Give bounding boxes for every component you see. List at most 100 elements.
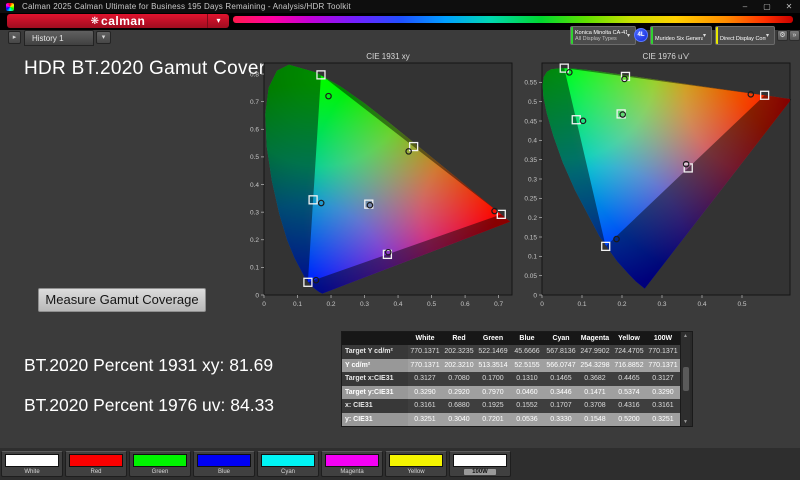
color-swatch xyxy=(389,454,443,467)
column-header-100w: 100W xyxy=(646,332,680,345)
pattern-label: Red xyxy=(66,469,126,475)
column-header-blue: Blue xyxy=(510,332,544,345)
table-row: x: CIE310.31610.68800.19250.15520.17070.… xyxy=(342,399,680,413)
table-cell: 0.3161 xyxy=(646,399,680,413)
column-header-white: White xyxy=(408,332,442,345)
svg-text:0: 0 xyxy=(540,301,544,308)
table-cell: 0.3290 xyxy=(408,386,442,400)
svg-text:0.35: 0.35 xyxy=(524,157,537,164)
minimize-button[interactable]: – xyxy=(734,0,756,13)
svg-text:0.3: 0.3 xyxy=(360,301,369,308)
svg-text:0.1: 0.1 xyxy=(250,265,259,272)
session-play-button[interactable]: ▸ xyxy=(8,31,21,44)
svg-text:0.4: 0.4 xyxy=(697,301,706,308)
pattern-button-yellow[interactable]: Yellow xyxy=(385,451,447,477)
table-cell: 0.1465 xyxy=(544,372,578,386)
table-cell: 0.3127 xyxy=(408,372,442,386)
scrollbar-thumb[interactable] xyxy=(683,367,689,391)
row-label: y: CIE31 xyxy=(342,413,408,427)
svg-text:0.1: 0.1 xyxy=(293,301,302,308)
svg-text:0.15: 0.15 xyxy=(524,234,537,241)
svg-text:0.2: 0.2 xyxy=(250,237,259,244)
svg-text:0.5: 0.5 xyxy=(528,99,537,106)
generator-dropdown[interactable]: Murideo Six Generator ▾ xyxy=(650,26,712,45)
tab-history-1[interactable]: History 1 xyxy=(24,30,94,46)
table-cell: 566.0747 xyxy=(544,359,578,373)
row-label: Target x:CIE31 xyxy=(342,372,408,386)
app-icon xyxy=(6,3,14,11)
table-cell: 0.3446 xyxy=(544,386,578,400)
scroll-down-icon[interactable]: ▼ xyxy=(683,418,688,426)
column-header-green: Green xyxy=(476,332,510,345)
table-cell: 0.4316 xyxy=(612,399,646,413)
calman-logo-button[interactable]: ❋ calman ▾ xyxy=(7,14,229,28)
table-cell: 202.3235 xyxy=(442,345,476,359)
table-cell: 0.1548 xyxy=(578,413,612,427)
pattern-label: Green xyxy=(130,469,190,475)
measurement-table: WhiteRedGreenBlueCyanMagentaYellow100WTa… xyxy=(341,331,693,427)
display-control-dropdown[interactable]: Direct Display Control ▾ xyxy=(715,26,775,45)
pattern-label: Blue xyxy=(194,469,254,475)
pattern-button-cyan[interactable]: Cyan xyxy=(257,451,319,477)
meter-badge[interactable]: 4L xyxy=(634,28,648,42)
pattern-button-magenta[interactable]: Magenta xyxy=(321,451,383,477)
table-row: Target y:CIE310.32900.29200.79700.04600.… xyxy=(342,386,680,400)
svg-text:0.5: 0.5 xyxy=(250,154,259,161)
svg-text:0.4: 0.4 xyxy=(250,182,259,189)
svg-text:0.55: 0.55 xyxy=(524,80,537,87)
svg-text:0: 0 xyxy=(533,292,537,299)
svg-text:0.25: 0.25 xyxy=(524,196,537,203)
window-title: Calman 2025 Calman Ultimate for Business… xyxy=(22,2,351,11)
svg-text:0.1: 0.1 xyxy=(528,254,537,261)
table-cell: 202.3210 xyxy=(442,359,476,373)
table-cell: 724.4705 xyxy=(612,345,646,359)
color-swatch xyxy=(5,454,59,467)
svg-text:0.8: 0.8 xyxy=(250,71,259,78)
meter-mode: All Display Types xyxy=(575,36,625,42)
scroll-up-icon[interactable]: ▲ xyxy=(683,332,688,340)
logo-menu-caret-icon[interactable]: ▾ xyxy=(207,14,229,28)
pattern-button-blue[interactable]: Blue xyxy=(193,451,255,477)
title-bar: Calman 2025 Calman Ultimate for Business… xyxy=(0,0,800,13)
table-row: Target Y cd/m²770.1371202.3235522.146945… xyxy=(342,345,680,359)
table-cell: 0.0460 xyxy=(510,386,544,400)
footer-bar: WhiteRedGreenBlueCyanMagentaYellow100W ◉… xyxy=(0,448,800,480)
more-options-icon[interactable]: » xyxy=(789,30,800,41)
column-header-red: Red xyxy=(442,332,476,345)
table-cell: 567.8136 xyxy=(544,345,578,359)
meter-dropdown[interactable]: Konica Minolta CA-410 All Display Types … xyxy=(570,26,636,45)
svg-text:0: 0 xyxy=(262,301,266,308)
table-cell: 716.8852 xyxy=(612,359,646,373)
color-swatch xyxy=(133,454,187,467)
svg-text:0.5: 0.5 xyxy=(737,301,746,308)
chart-canvas: 00.10.20.30.40.50.60.700.10.20.30.40.50.… xyxy=(240,50,518,312)
settings-gear-icon[interactable]: ⚙ xyxy=(777,30,788,41)
pattern-button-100w[interactable]: 100W xyxy=(449,451,511,477)
tab-menu-button[interactable]: ▾ xyxy=(96,31,111,44)
table-cell: 770.1371 xyxy=(408,359,442,373)
maximize-button[interactable]: ▢ xyxy=(756,0,778,13)
table-scrollbar[interactable]: ▲ ▼ xyxy=(680,332,690,426)
table-cell: 0.3127 xyxy=(646,372,680,386)
chart-title: CIE 1976 u'v' xyxy=(642,52,690,61)
table-cell: 0.6880 xyxy=(442,399,476,413)
table-cell: 770.1371 xyxy=(646,345,680,359)
pattern-button-red[interactable]: Red xyxy=(65,451,127,477)
table-cell: 0.1707 xyxy=(544,399,578,413)
close-button[interactable]: ✕ xyxy=(778,0,800,13)
measure-gamut-coverage-button[interactable]: Measure Gamut Coverage xyxy=(38,288,206,312)
table-row: Y cd/m²770.1371202.3210513.351452.515556… xyxy=(342,359,680,373)
chevron-down-icon: ▾ xyxy=(703,32,711,39)
svg-text:0.4: 0.4 xyxy=(394,301,403,308)
pattern-button-white[interactable]: White xyxy=(1,451,63,477)
svg-text:0.2: 0.2 xyxy=(528,215,537,222)
table-cell: 0.4465 xyxy=(612,372,646,386)
table-cell: 0.7201 xyxy=(476,413,510,427)
table-cell: 0.1310 xyxy=(510,372,544,386)
display-control-name: Direct Display Control xyxy=(720,36,766,42)
svg-text:0: 0 xyxy=(255,292,259,299)
svg-text:0.2: 0.2 xyxy=(327,301,336,308)
pattern-button-green[interactable]: Green xyxy=(129,451,191,477)
table-cell: 770.1371 xyxy=(646,359,680,373)
row-label: Target Y cd/m² xyxy=(342,345,408,359)
